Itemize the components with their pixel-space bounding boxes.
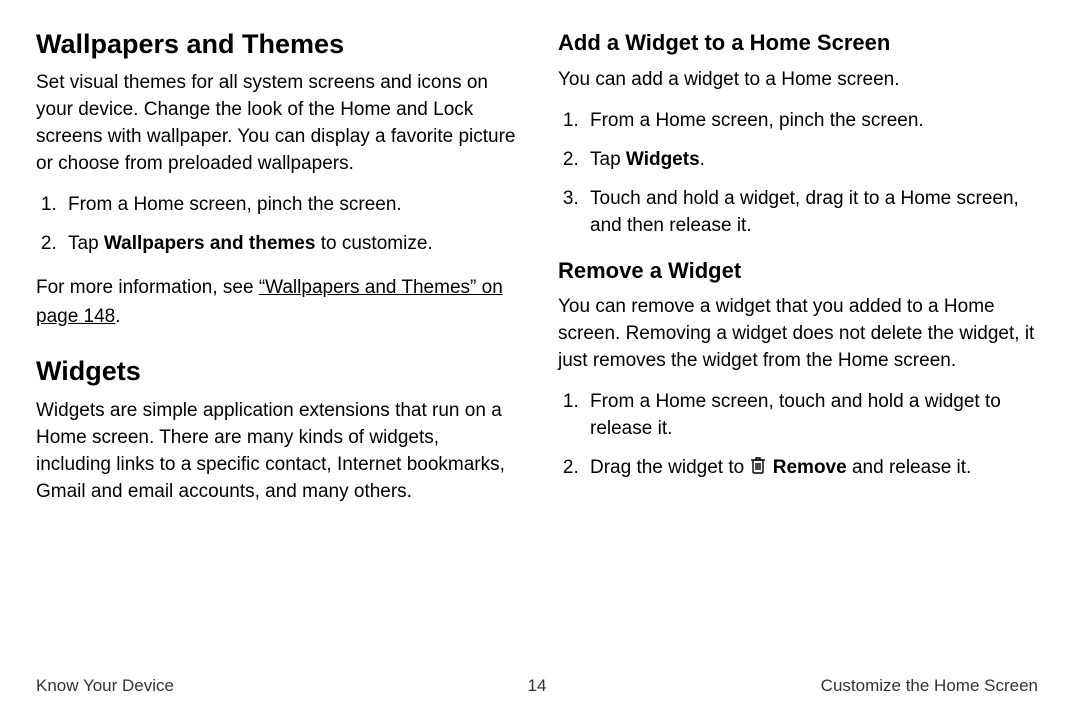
step-text: From a Home screen, touch and hold a wid… bbox=[590, 391, 1001, 439]
remove-widget-steps: From a Home screen, touch and hold a wid… bbox=[558, 389, 1038, 484]
step-item: From a Home screen, touch and hold a wid… bbox=[584, 389, 1038, 443]
step-item: From a Home screen, pinch the screen. bbox=[62, 192, 516, 219]
footer-left: Know Your Device bbox=[36, 676, 174, 696]
wallpapers-intro-text: Set visual themes for all system screens… bbox=[36, 70, 516, 178]
step-text-pre: Tap bbox=[68, 233, 104, 254]
step-text-pre: Drag the widget to bbox=[590, 457, 749, 478]
step-item: From a Home screen, pinch the screen. bbox=[584, 108, 1038, 135]
step-text: Touch and hold a widget, drag it to a Ho… bbox=[590, 188, 1019, 236]
page-number: 14 bbox=[528, 676, 547, 696]
widgets-intro-text: Widgets are simple application extension… bbox=[36, 398, 516, 506]
add-widget-intro: You can add a widget to a Home screen. bbox=[558, 67, 1038, 94]
footer-right: Customize the Home Screen bbox=[821, 676, 1038, 696]
wallpapers-steps: From a Home screen, pinch the screen. Ta… bbox=[36, 192, 516, 258]
two-column-layout: Wallpapers and Themes Set visual themes … bbox=[36, 28, 1038, 658]
step-text-bold: Wallpapers and themes bbox=[104, 233, 316, 254]
heading-add-widget: Add a Widget to a Home Screen bbox=[558, 28, 1038, 59]
left-column: Wallpapers and Themes Set visual themes … bbox=[36, 28, 516, 658]
add-widget-steps: From a Home screen, pinch the screen. Ta… bbox=[558, 108, 1038, 240]
step-item: Tap Wallpapers and themes to customize. bbox=[62, 231, 516, 258]
right-column: Add a Widget to a Home Screen You can ad… bbox=[558, 28, 1038, 658]
step-text-post: . bbox=[700, 149, 705, 170]
step-text-post: to customize. bbox=[315, 233, 432, 254]
heading-remove-widget: Remove a Widget bbox=[558, 256, 1038, 287]
step-text-bold: Widgets bbox=[626, 149, 700, 170]
trash-icon bbox=[749, 455, 767, 484]
page-footer: Know Your Device 14 Customize the Home S… bbox=[36, 676, 1038, 696]
heading-widgets: Widgets bbox=[36, 355, 516, 387]
step-text: From a Home screen, pinch the screen. bbox=[68, 194, 402, 215]
manual-page: Wallpapers and Themes Set visual themes … bbox=[0, 0, 1080, 720]
step-item: Touch and hold a widget, drag it to a Ho… bbox=[584, 186, 1038, 240]
step-text-bold: Remove bbox=[773, 457, 847, 478]
xref-pre: For more information, see bbox=[36, 277, 259, 298]
cross-reference: For more information, see “Wallpapers an… bbox=[36, 274, 516, 331]
step-item: Tap Widgets. bbox=[584, 147, 1038, 174]
step-item: Drag the widget to Remove and release it… bbox=[584, 455, 1038, 484]
heading-wallpapers-themes: Wallpapers and Themes bbox=[36, 28, 516, 60]
step-text-pre: Tap bbox=[590, 149, 626, 170]
xref-post: . bbox=[115, 306, 120, 327]
remove-widget-intro: You can remove a widget that you added t… bbox=[558, 294, 1038, 375]
step-text: From a Home screen, pinch the screen. bbox=[590, 110, 924, 131]
step-text-post: and release it. bbox=[847, 457, 972, 478]
